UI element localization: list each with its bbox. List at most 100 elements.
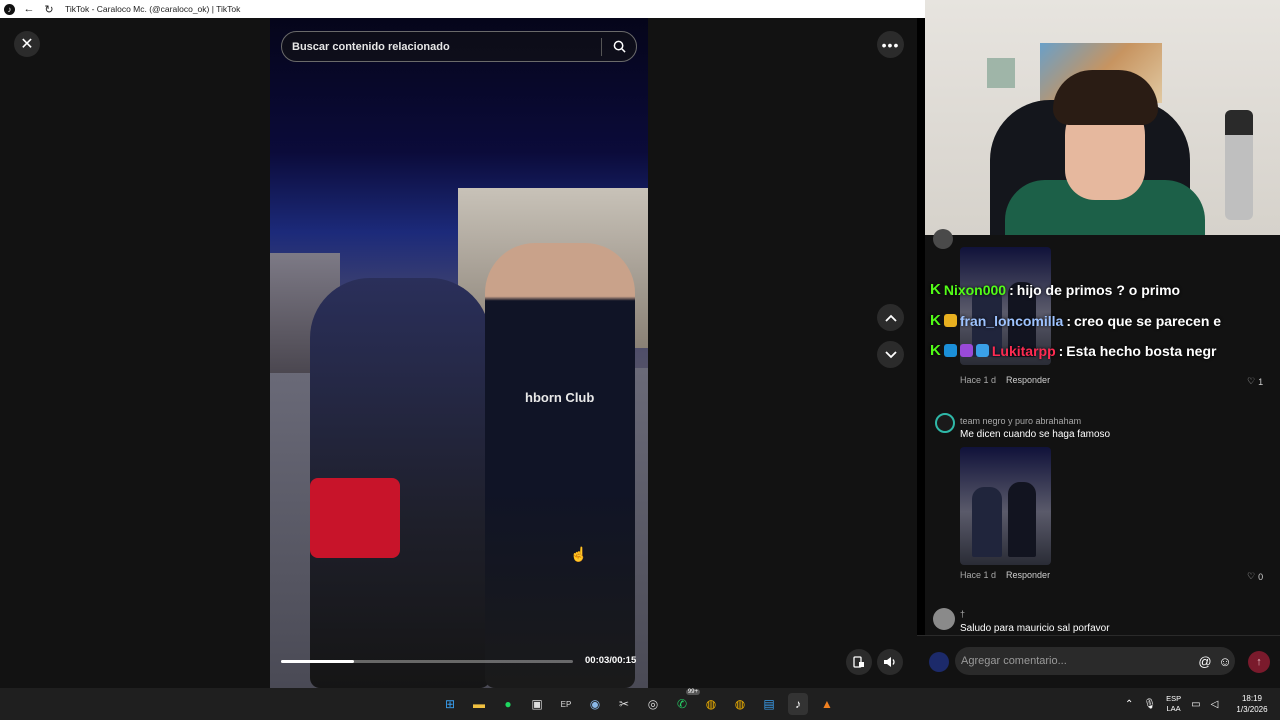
next-video-button[interactable] [877, 341, 904, 368]
whatsapp-icon[interactable]: ✆ 99+ [672, 689, 700, 715]
video-time: 00:03/00:15 [585, 655, 637, 666]
wall-logo [987, 58, 1015, 88]
chrome-icon[interactable]: ◍ [701, 693, 721, 715]
heart-icon: ♡ [1247, 376, 1256, 386]
tab-title: TikTok - Caraloco Mc. (@caraloco_ok) | T… [65, 4, 241, 14]
comment-text: Me dicen cuando se haga famoso [960, 429, 1111, 440]
heart-icon: ♡ [1247, 571, 1256, 581]
comment-meta: Hace 1 d Responder [960, 570, 1050, 580]
chat-message: hijo de primos ? o primo [1016, 281, 1181, 298]
clock-date: 1/3/2026 [1236, 705, 1268, 714]
reply-button[interactable]: Responder [1006, 375, 1050, 385]
tiktok-favicon-icon: ♪ [4, 3, 15, 15]
kick-badge-icon: K [930, 342, 941, 359]
tiktok-app-icon[interactable]: ♪ [788, 693, 808, 715]
microphone-icon[interactable]: 🎙︎ [1143, 699, 1156, 710]
more-icon: ••• [881, 36, 900, 53]
comment-avatar[interactable] [933, 608, 955, 630]
store-icon[interactable]: ▣ [527, 693, 547, 715]
reload-icon[interactable]: ↻ [43, 3, 55, 16]
video-person-right [485, 243, 635, 688]
system-tray: ⌃ 🎙︎ ESP LAA ▭ ◁ [1125, 694, 1218, 714]
vlc-icon[interactable]: ▲ [817, 693, 837, 715]
like-count: 1 [1258, 376, 1264, 387]
comment-input[interactable] [955, 647, 1195, 675]
emoji-badge-icon [943, 314, 957, 327]
chevron-up-tray-icon[interactable]: ⌃ [1125, 699, 1133, 710]
language-indicator[interactable]: ESP LAA [1166, 694, 1181, 714]
volume-icon [884, 657, 895, 667]
system-clock[interactable]: 18:19 1/3/2026 [1232, 693, 1272, 715]
related-search-bar[interactable] [281, 31, 637, 62]
diamond-badge-icon [975, 344, 989, 357]
close-icon: ✕ [20, 36, 34, 53]
taskbar-apps: ⊞ ▬ ● ▣ EP ◉ ✂ ◎ ✆ 99+ ◍ ◍ ▤ ♪ ▲ [440, 689, 837, 715]
comment-sticker-image[interactable] [960, 447, 1051, 565]
video-red-bag [310, 478, 400, 558]
browser-titlebar: ♪ ← ↻ TikTok - Caraloco Mc. (@caraloco_o… [0, 0, 925, 18]
chevron-down-icon [884, 350, 897, 358]
sub-badge-icon [943, 344, 957, 357]
kick-badge-icon: K [930, 281, 941, 298]
capcut-icon[interactable]: ✂ [614, 693, 634, 715]
comment-like-button[interactable]: ♡ 0 [1247, 571, 1263, 582]
comment-meta: Hace 1 d Responder [960, 375, 1050, 385]
reply-button[interactable]: Responder [1006, 570, 1050, 580]
back-arrow-icon[interactable]: ← [23, 3, 35, 15]
my-avatar [929, 652, 949, 672]
comment-avatar[interactable] [933, 229, 953, 249]
streamer-hair [1053, 70, 1158, 125]
chat-message: creo que se parecen e [1073, 312, 1222, 329]
chat-line: K fran_loncomilla: creo que se parecen e [930, 312, 1222, 329]
comment-username[interactable]: team negro y puro abrahaham [960, 416, 1081, 426]
chat-username: Lukitarpp [991, 342, 1056, 359]
related-search-input[interactable] [282, 32, 601, 61]
chat-line: K Nixon000: hijo de primos ? o primo [930, 281, 1181, 298]
arrow-up-icon: ↑ [1256, 656, 1262, 668]
comment-like-button[interactable]: ♡ 1 [1247, 376, 1263, 387]
comment-avatar[interactable] [935, 413, 955, 433]
video-shirt-text: hborn Club [525, 390, 595, 405]
mention-icon[interactable]: @ [1195, 654, 1215, 669]
speaker-icon[interactable]: ◁ [1211, 699, 1219, 710]
like-count: 0 [1258, 571, 1264, 582]
video-stage: ✕ hborn Club 00:03/00:15 ☝ ••• [0, 18, 917, 688]
search-icon[interactable] [602, 40, 636, 53]
chat-username: Nixon000 [943, 281, 1007, 298]
bar-stool [1225, 110, 1253, 220]
comments-panel: Hace 1 d Responder ♡ 1 K Nixon000: hijo … [925, 229, 1280, 688]
comment-field[interactable]: @ ☺ [955, 647, 1235, 675]
previous-video-button[interactable] [877, 304, 904, 331]
chevron-up-icon [884, 314, 897, 322]
notepad-icon[interactable]: ▤ [759, 693, 779, 715]
comment-text: Saludo para mauricio sal porfavor [960, 623, 1110, 634]
post-comment-button[interactable]: ↑ [1248, 651, 1270, 673]
chat-line: K Lukitarpp: Esta hecho bosta negr [930, 342, 1217, 359]
hand-cursor-icon: ☝ [570, 546, 588, 562]
video-player[interactable]: hborn Club [270, 18, 648, 688]
comment-username[interactable]: † [960, 609, 965, 619]
close-button[interactable]: ✕ [14, 31, 40, 57]
pip-icon [853, 656, 864, 668]
volume-button[interactable] [877, 649, 903, 675]
notification-badge: 99+ [685, 689, 700, 695]
more-options-button[interactable]: ••• [877, 31, 904, 58]
emoji-icon[interactable]: ☺ [1215, 654, 1235, 669]
video-progress-bar[interactable] [281, 660, 573, 663]
kick-badge-icon: K [930, 312, 941, 329]
steam-icon[interactable]: ◉ [585, 693, 605, 715]
comment-time: Hace 1 d [960, 570, 997, 580]
chat-message: Esta hecho bosta negr [1066, 342, 1217, 359]
pip-button[interactable] [846, 649, 872, 675]
video-progress-fill [281, 660, 354, 663]
windows-start-icon[interactable]: ⊞ [440, 693, 460, 715]
chrome-profile-icon[interactable]: ◍ [730, 693, 750, 715]
network-icon[interactable]: ▭ [1191, 699, 1200, 710]
spotify-icon[interactable]: ● [498, 693, 518, 715]
clock-time: 18:19 [1241, 694, 1263, 703]
discord-icon[interactable]: ◎ [643, 693, 663, 715]
file-explorer-icon[interactable]: ▬ [469, 693, 489, 715]
epic-games-icon[interactable]: EP [556, 693, 576, 715]
gift-badge-icon [959, 344, 973, 357]
chat-username: fran_loncomilla [959, 312, 1064, 329]
